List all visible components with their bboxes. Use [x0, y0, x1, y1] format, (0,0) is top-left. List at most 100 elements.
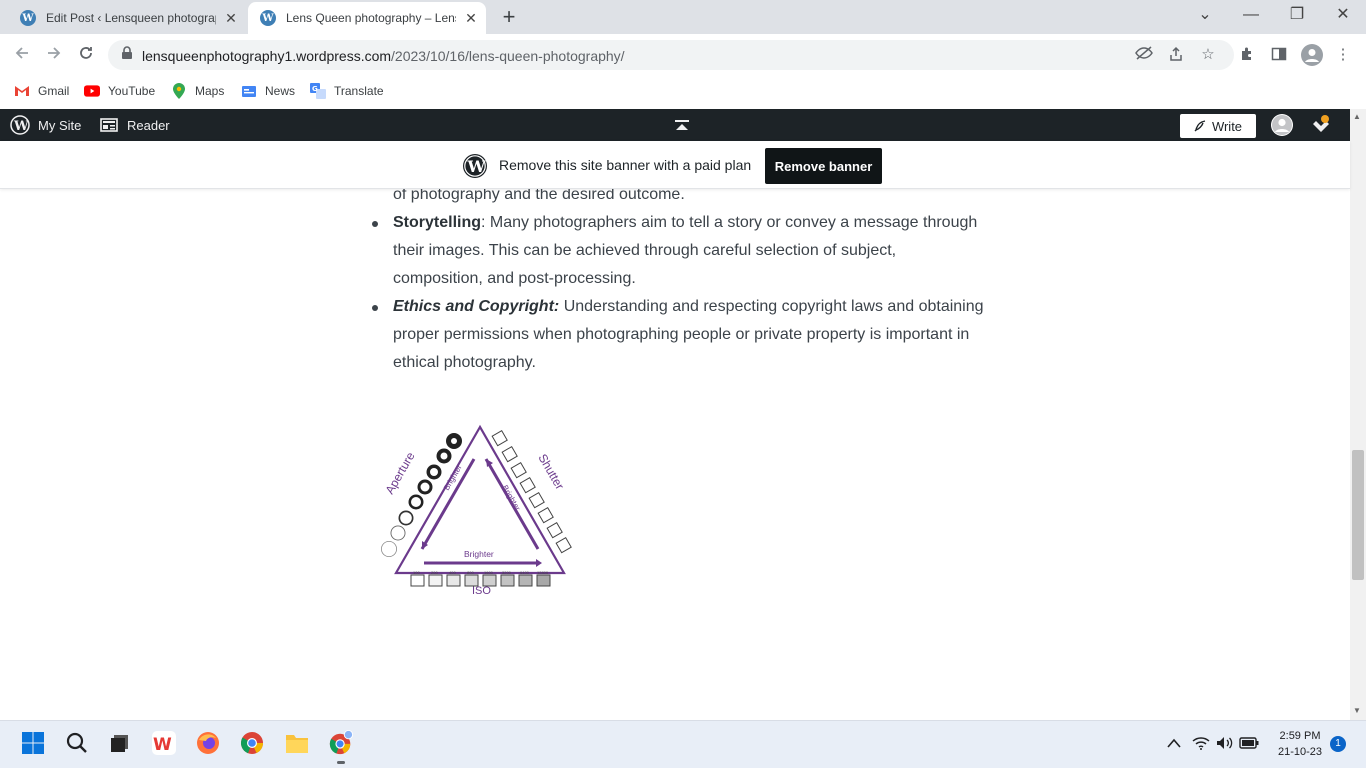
- list-item-line: proper permissions when photographing pe…: [393, 326, 970, 343]
- bookmark-maps[interactable]: Maps: [171, 82, 224, 100]
- bookmark-translate[interactable]: G Translate: [310, 82, 384, 100]
- iso-value: 100: [413, 570, 420, 575]
- bookmark-label: News: [265, 84, 296, 98]
- side-panel-icon[interactable]: [1270, 46, 1288, 64]
- iso-value: 1600: [484, 570, 494, 575]
- chrome-menu-icon[interactable]: ⋮: [1334, 46, 1352, 64]
- url-text[interactable]: lensqueenphotography1.wordpress.com/2023…: [142, 48, 625, 64]
- user-avatar[interactable]: [1270, 109, 1294, 141]
- file-explorer-icon[interactable]: [284, 730, 310, 756]
- list-item-line: Many photographers aim to tell a story o…: [489, 214, 978, 231]
- aperture-label: Aperture: [382, 449, 417, 496]
- battery-icon[interactable]: [1236, 730, 1262, 756]
- post-content: of photography and the desired outcome. …: [0, 189, 1350, 719]
- arrow-left-icon: [15, 47, 28, 59]
- iso-value: 800: [467, 570, 474, 575]
- wps-office-icon[interactable]: W: [151, 730, 177, 756]
- notification-badge[interactable]: 1: [1330, 736, 1346, 752]
- wordpress-logo-icon: W: [462, 153, 488, 184]
- paragraph-line: of photography and the desired outcome.: [393, 189, 685, 203]
- youtube-icon: [84, 83, 100, 99]
- exposure-triangle-image[interactable]: Brighter Brighter Brighter Aperture Shut…: [378, 423, 588, 618]
- chevron-up-icon[interactable]: [1161, 730, 1187, 756]
- back-button[interactable]: [10, 43, 34, 67]
- scrollbar-thumb[interactable]: [1352, 450, 1364, 580]
- profile-avatar-icon[interactable]: [1300, 44, 1324, 68]
- list-item-term: Storytelling: [393, 214, 482, 231]
- clock-date: 21-10-23: [1277, 746, 1323, 758]
- write-label: Write: [1211, 118, 1243, 134]
- wifi-icon[interactable]: [1188, 730, 1214, 756]
- gmail-icon: [14, 83, 30, 99]
- bookmark-youtube[interactable]: YouTube: [84, 82, 155, 100]
- maps-icon: [171, 83, 187, 99]
- wordpress-favicon-icon: W: [20, 10, 36, 26]
- tab-search-button[interactable]: ⌄: [1182, 0, 1228, 30]
- iso-value: 6400: [520, 570, 530, 575]
- reload-icon: [80, 47, 92, 59]
- chrome-icon[interactable]: [239, 730, 265, 756]
- wordpress-favicon-icon: W: [260, 10, 276, 26]
- page-scrollbar[interactable]: [1350, 109, 1366, 720]
- firefox-icon[interactable]: [195, 730, 221, 756]
- svg-text:W: W: [153, 735, 172, 755]
- svg-text:W: W: [467, 157, 487, 176]
- list-item-line: their images. This can be achieved throu…: [393, 242, 897, 259]
- iso-value: 400: [449, 570, 456, 575]
- eye-off-icon[interactable]: [1135, 46, 1153, 64]
- bookmark-news[interactable]: News: [241, 82, 295, 100]
- system-clock[interactable]: 2:59 PM 21-10-23: [1272, 728, 1328, 760]
- notifications-bell-icon[interactable]: [1310, 109, 1332, 141]
- scroll-down-icon[interactable]: ▼: [1353, 706, 1361, 715]
- arrow-right-icon: [48, 47, 61, 59]
- volume-icon[interactable]: [1212, 730, 1238, 756]
- close-window-button[interactable]: ✕: [1320, 0, 1366, 30]
- svg-text:W: W: [13, 119, 29, 134]
- translate-icon: G: [310, 83, 326, 99]
- my-site-link[interactable]: W My Site: [10, 109, 81, 141]
- list-bullet: [372, 305, 378, 311]
- tab-title: Edit Post ‹ Lensqueen photograp: [46, 11, 216, 25]
- list-item-ethics: Ethics and Copyright: Understanding and …: [393, 293, 993, 377]
- tab-edit-post[interactable]: W Edit Post ‹ Lensqueen photograp ✕: [8, 2, 246, 34]
- tab-close-icon[interactable]: ✕: [462, 10, 480, 27]
- url-host: lensqueenphotography1.wordpress.com: [142, 48, 392, 64]
- collapse-bar-icon[interactable]: [674, 109, 690, 141]
- reader-label: Reader: [127, 117, 170, 133]
- bookmark-label: YouTube: [108, 84, 156, 98]
- new-tab-button[interactable]: +: [498, 4, 520, 30]
- chrome-active-icon[interactable]: [328, 730, 354, 756]
- maximize-button[interactable]: ❐: [1274, 0, 1320, 30]
- list-item-line: composition, and post-processing.: [393, 270, 636, 287]
- iso-value: 3200: [502, 570, 512, 575]
- bookmark-gmail[interactable]: Gmail: [14, 82, 69, 100]
- scroll-up-icon[interactable]: ▲: [1353, 112, 1361, 121]
- extensions-icon[interactable]: [1238, 46, 1256, 64]
- iso-value: 12800: [537, 570, 549, 575]
- search-icon[interactable]: [64, 730, 90, 756]
- brighter-label-right: Brighter: [500, 484, 522, 513]
- list-item-storytelling: Storytelling: Many photographers aim to …: [393, 209, 993, 293]
- tab-close-icon[interactable]: ✕: [222, 10, 240, 27]
- star-icon[interactable]: ☆: [1199, 46, 1217, 64]
- share-icon[interactable]: [1167, 46, 1185, 64]
- reload-button[interactable]: [74, 43, 98, 67]
- feather-icon: [1194, 120, 1206, 132]
- svg-text:G: G: [312, 85, 318, 93]
- reader-link[interactable]: Reader: [100, 109, 170, 141]
- bookmark-label: Translate: [334, 84, 384, 98]
- write-button[interactable]: Write: [1180, 114, 1256, 138]
- list-item-line: ethical photography.: [393, 354, 536, 371]
- list-item-line: Understanding and respecting copyright l…: [563, 298, 984, 315]
- minimize-button[interactable]: —: [1228, 0, 1274, 30]
- shutter-label: Shutter: [535, 452, 566, 493]
- active-app-indicator: [337, 761, 345, 764]
- forward-button[interactable]: [42, 43, 66, 67]
- task-view-icon[interactable]: [107, 730, 133, 756]
- tab-lens-queen[interactable]: W Lens Queen photography – Lens ✕: [248, 2, 486, 34]
- lock-icon[interactable]: [118, 46, 136, 64]
- list-bullet: [372, 221, 378, 227]
- brighter-label-bottom: Brighter: [464, 549, 494, 559]
- remove-banner-button[interactable]: Remove banner: [765, 148, 882, 184]
- windows-start-icon[interactable]: [20, 730, 46, 756]
